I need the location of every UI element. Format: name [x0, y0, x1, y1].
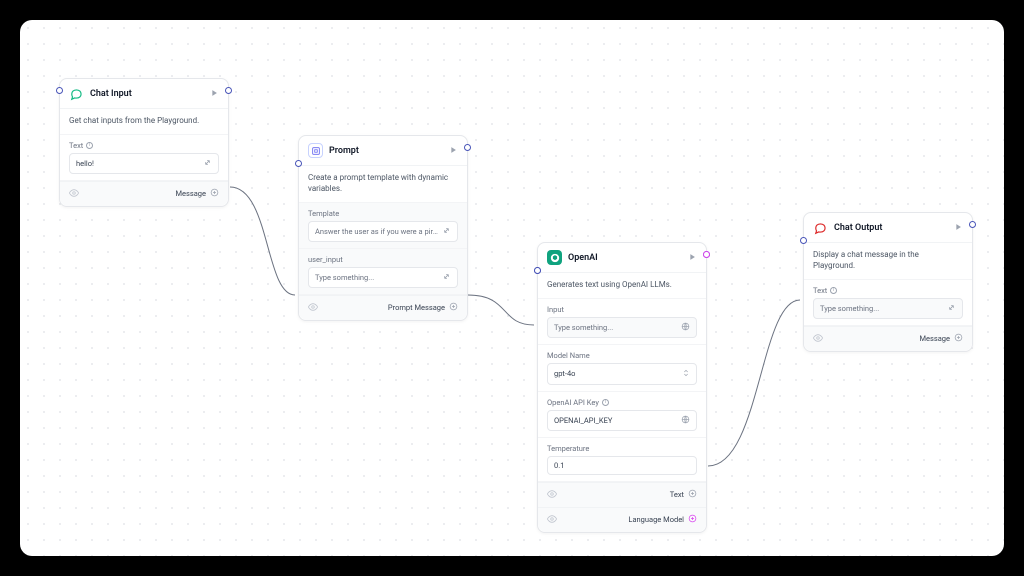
node-header: Chat Input: [60, 79, 228, 109]
openai-icon: [547, 250, 562, 265]
play-icon[interactable]: [953, 222, 963, 234]
output-port-lm[interactable]: [703, 251, 710, 258]
node-title: Chat Input: [90, 89, 209, 99]
apikey-input[interactable]: OPENAI_API_KEY: [547, 410, 697, 431]
output-label: Message: [175, 189, 206, 198]
model-section: Model Name gpt-4o: [538, 345, 706, 392]
eye-icon[interactable]: [547, 489, 557, 501]
text-section: Texti Type something...: [804, 280, 972, 326]
node-chat-input[interactable]: Chat Input Get chat inputs from the Play…: [59, 78, 229, 207]
field-label: Template: [308, 209, 458, 218]
node-footer: Message: [60, 181, 228, 206]
field-label: Texti: [69, 141, 219, 150]
play-icon[interactable]: [687, 252, 697, 264]
output-type-icon: [954, 333, 963, 344]
input-section: Input Type something...: [538, 299, 706, 345]
expand-icon[interactable]: [203, 158, 212, 169]
info-icon[interactable]: i: [602, 399, 609, 406]
eye-icon[interactable]: [813, 333, 823, 345]
output-type-icon: [449, 302, 458, 313]
node-description: Get chat inputs from the Playground.: [60, 109, 228, 135]
output-type-icon: [688, 489, 697, 500]
expand-icon[interactable]: [947, 303, 956, 314]
chevron-updown-icon: [682, 368, 690, 380]
field-label: Temperature: [547, 444, 697, 453]
input-port[interactable]: [534, 267, 541, 274]
expand-icon[interactable]: [442, 272, 451, 283]
flow-canvas[interactable]: Chat Input Get chat inputs from the Play…: [20, 20, 1004, 556]
field-label: OpenAI API Keyi: [547, 398, 697, 407]
node-title: OpenAI: [568, 253, 687, 263]
play-icon[interactable]: [209, 88, 219, 100]
text-input[interactable]: hello!: [69, 153, 219, 174]
prompt-icon: [308, 143, 323, 158]
expand-icon[interactable]: [442, 226, 451, 237]
node-title: Chat Output: [834, 223, 953, 233]
info-icon[interactable]: i: [86, 142, 93, 149]
input-port[interactable]: [56, 87, 63, 94]
temperature-section: Temperature 0.1: [538, 438, 706, 482]
node-chat-output[interactable]: Chat Output Display a chat message in th…: [803, 212, 973, 352]
globe-icon: [681, 415, 690, 426]
apikey-section: OpenAI API Keyi OPENAI_API_KEY: [538, 392, 706, 438]
output-port[interactable]: [969, 221, 976, 228]
field-label: user_input: [308, 255, 458, 264]
node-header: Prompt: [299, 136, 467, 166]
node-footer-lm: Language Model: [538, 507, 706, 532]
eye-icon[interactable]: [547, 514, 557, 526]
node-prompt[interactable]: Prompt Create a prompt template with dyn…: [298, 135, 468, 321]
input-port[interactable]: [800, 237, 807, 244]
node-description: Display a chat message in the Playground…: [804, 243, 972, 280]
chat-icon: [69, 86, 84, 101]
field-label: Texti: [813, 286, 963, 295]
user-input-section: user_input Type something...: [299, 249, 467, 295]
node-footer: Message: [804, 326, 972, 351]
output-label: Language Model: [628, 515, 684, 524]
temperature-input[interactable]: 0.1: [547, 456, 697, 475]
text-input[interactable]: Type something...: [813, 298, 963, 319]
node-openai[interactable]: OpenAI Generates text using OpenAI LLMs.…: [537, 242, 707, 533]
input-field[interactable]: Type something...: [547, 317, 697, 338]
model-select[interactable]: gpt-4o: [547, 363, 697, 385]
field-label: Model Name: [547, 351, 697, 360]
field-label: Input: [547, 305, 697, 314]
eye-icon[interactable]: [69, 188, 79, 200]
text-field-section: Texti hello!: [60, 135, 228, 181]
output-label: Prompt Message: [388, 303, 445, 312]
chat-output-icon: [813, 220, 828, 235]
play-icon[interactable]: [448, 145, 458, 157]
output-type-icon: [688, 514, 697, 525]
template-input[interactable]: Answer the user as if you were a pirate.…: [308, 221, 458, 242]
globe-icon: [681, 322, 690, 333]
node-title: Prompt: [329, 146, 448, 156]
eye-icon[interactable]: [308, 302, 318, 314]
node-footer: Prompt Message: [299, 295, 467, 320]
user-input[interactable]: Type something...: [308, 267, 458, 288]
template-section: Template Answer the user as if you were …: [299, 203, 467, 249]
node-header: OpenAI: [538, 243, 706, 273]
info-icon[interactable]: i: [830, 287, 837, 294]
output-type-icon: [210, 188, 219, 199]
node-description: Generates text using OpenAI LLMs.: [538, 273, 706, 299]
output-port[interactable]: [225, 87, 232, 94]
node-footer-text: Text: [538, 482, 706, 507]
output-label: Text: [670, 490, 684, 499]
node-description: Create a prompt template with dynamic va…: [299, 166, 467, 203]
output-label: Message: [919, 334, 950, 343]
output-port[interactable]: [464, 144, 471, 151]
input-port[interactable]: [295, 160, 302, 167]
node-header: Chat Output: [804, 213, 972, 243]
